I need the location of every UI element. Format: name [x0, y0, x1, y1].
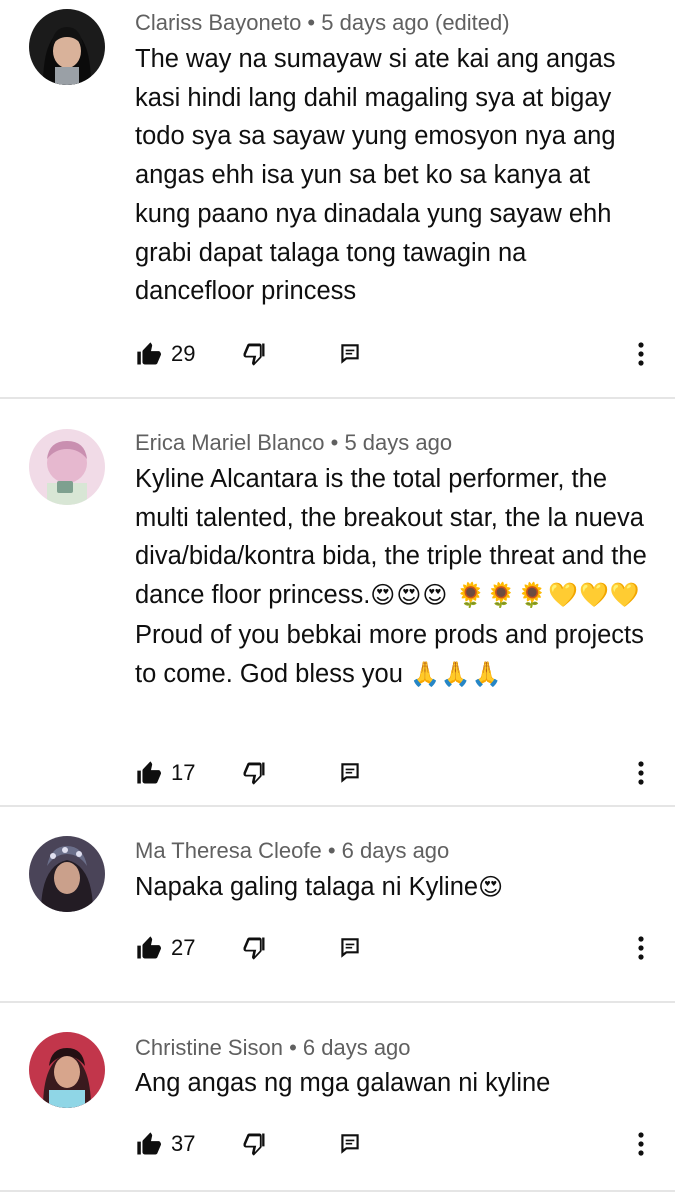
dislike-button[interactable]	[240, 753, 268, 793]
heart-eyes-emoji: 😍😍😍	[370, 582, 449, 610]
like-button[interactable]: 27	[135, 928, 195, 968]
like-count: 27	[171, 935, 196, 960]
meta-separator: •	[321, 838, 342, 863]
comment-age: 5 days ago	[344, 430, 453, 455]
thumb-down-icon	[243, 1133, 265, 1156]
like-count: 17	[171, 760, 196, 785]
thumb-down-icon	[243, 937, 265, 960]
comment-text: Kyline Alcantara is the total performer,…	[135, 465, 647, 688]
like-button[interactable]: 29	[135, 334, 195, 374]
comment-text: Napaka galing talaga ni Kyline😍	[135, 873, 505, 901]
thumb-up-icon	[137, 342, 162, 365]
avatar[interactable]	[29, 836, 105, 912]
like-button[interactable]: 17	[135, 753, 195, 793]
reply-button[interactable]	[337, 753, 363, 793]
comment-actions: 17	[0, 753, 675, 793]
author-name[interactable]: Clariss Bayoneto	[135, 10, 301, 35]
more-vertical-icon	[638, 936, 644, 960]
author-name[interactable]: Ma Theresa Cleofe	[135, 838, 322, 863]
more-vertical-icon	[638, 342, 644, 366]
comment-age: 5 days ago (edited)	[321, 10, 510, 35]
more-options-button[interactable]	[626, 334, 656, 374]
avatar[interactable]	[29, 1032, 105, 1108]
comment-text: The way na sumayaw si ate kai ang angas …	[135, 45, 616, 306]
comment-age: 6 days ago	[302, 1035, 411, 1060]
comment-meta: Erica Mariel Blanco • 5 days ago	[135, 430, 452, 456]
thumb-down-icon	[243, 343, 265, 366]
divider	[0, 397, 675, 399]
thumb-up-icon	[137, 936, 162, 959]
comment-meta: Clariss Bayoneto • 5 days ago (edited)	[135, 10, 510, 36]
more-options-button[interactable]	[626, 1124, 656, 1164]
reply-comment-icon	[341, 763, 359, 783]
meta-separator: •	[301, 10, 322, 35]
comment-age: 6 days ago	[341, 838, 450, 863]
pray-emoji: 🙏🙏🙏	[409, 660, 503, 688]
like-count: 37	[171, 1131, 196, 1156]
comment-text: Ang angas ng mga galawan ni kyline	[135, 1069, 551, 1097]
comment-actions: 37	[0, 1124, 675, 1164]
more-vertical-icon	[638, 1132, 644, 1156]
divider	[0, 1190, 675, 1192]
dislike-button[interactable]	[240, 1124, 268, 1164]
comment-actions: 27	[0, 928, 675, 968]
thumb-up-icon	[137, 761, 162, 784]
divider	[0, 1001, 675, 1003]
meta-separator: •	[282, 1035, 303, 1060]
reply-button[interactable]	[337, 928, 363, 968]
reply-button[interactable]	[337, 334, 363, 374]
comment-meta: Ma Theresa Cleofe • 6 days ago	[135, 838, 449, 864]
dislike-button[interactable]	[240, 334, 268, 374]
more-options-button[interactable]	[626, 753, 656, 793]
author-name[interactable]: Christine Sison	[135, 1035, 283, 1060]
more-vertical-icon	[638, 761, 644, 785]
like-button[interactable]: 37	[135, 1124, 195, 1164]
reply-comment-icon	[341, 1134, 359, 1154]
meta-separator: •	[324, 430, 345, 455]
more-options-button[interactable]	[626, 928, 656, 968]
like-count: 29	[171, 341, 196, 366]
reply-button[interactable]	[337, 1124, 363, 1164]
comment-actions: 29	[0, 334, 675, 374]
comment-meta: Christine Sison • 6 days ago	[135, 1035, 411, 1061]
reply-comment-icon	[341, 938, 359, 958]
sunflower-heart-emoji: 🌻🌻🌻💛💛💛	[455, 582, 641, 610]
avatar[interactable]	[29, 429, 105, 505]
author-name[interactable]: Erica Mariel Blanco	[135, 430, 325, 455]
avatar[interactable]	[29, 9, 105, 85]
thumb-up-icon	[137, 1132, 162, 1155]
dislike-button[interactable]	[240, 928, 268, 968]
divider	[0, 805, 675, 807]
thumb-down-icon	[243, 762, 265, 785]
reply-comment-icon	[341, 344, 359, 364]
heart-eyes-emoji: 😍	[478, 874, 505, 901]
